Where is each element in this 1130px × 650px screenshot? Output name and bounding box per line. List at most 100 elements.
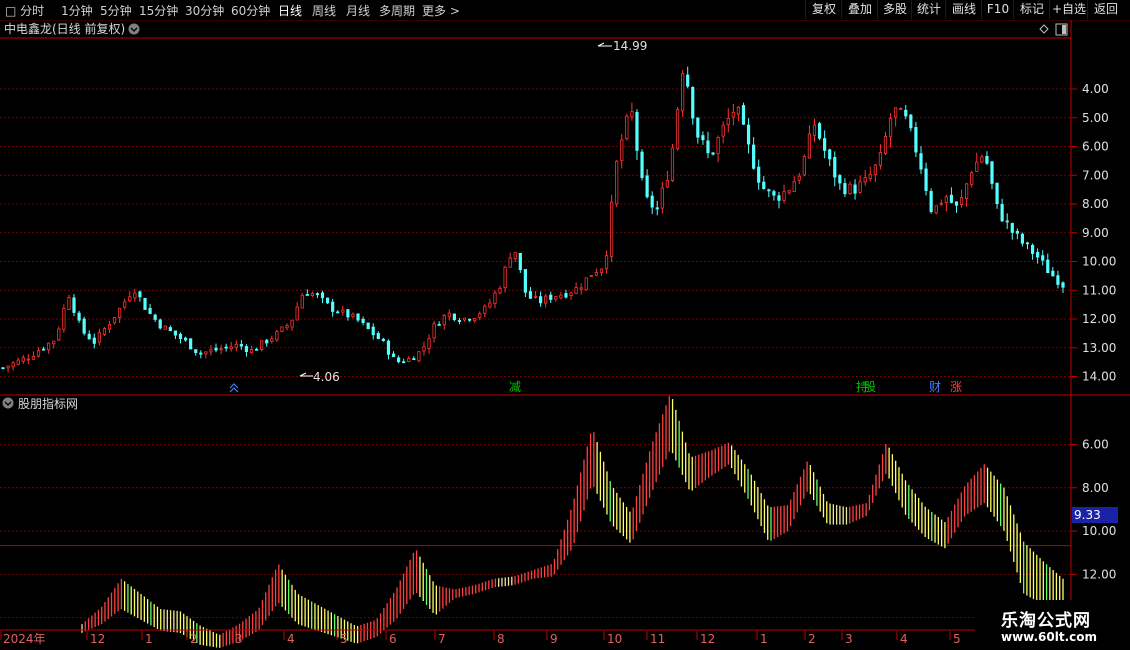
tf-more[interactable]: 更多 > [422,2,460,19]
tf-fenshi[interactable]: □ 分时 [5,2,44,19]
candle-body [270,338,274,342]
candle-body [1061,282,1065,288]
back-button[interactable]: 返回 [1087,0,1124,19]
overlay-button[interactable]: 叠加 [841,0,878,19]
candle-body [194,349,198,354]
candle-body [802,156,806,176]
add-watchlist-button[interactable]: +自选 [1049,0,1088,19]
tf-15min[interactable]: 15分钟 [139,2,178,19]
tf-weekly[interactable]: 周线 [312,2,336,19]
mark-button[interactable]: 标记 [1013,0,1050,19]
candle-body [209,349,213,353]
candle-body [706,140,710,154]
candle-body [757,166,761,183]
title-dropdown-icon[interactable] [128,23,140,35]
tf-daily[interactable]: 日线 [278,2,302,19]
candle-body [1041,255,1045,261]
candle-body [478,313,482,318]
candle-body [427,338,431,349]
draw-line-button[interactable]: 画线 [945,0,982,19]
tf-monthly[interactable]: 月线 [346,2,370,19]
candle-body [447,312,451,318]
year-label: 2024年 [3,632,46,646]
indicator-tick-label: 12.00 [1082,567,1116,581]
candle-body [828,149,832,160]
candle-body [1010,223,1014,233]
tf-5min[interactable]: 5分钟 [100,2,132,19]
statistics-button[interactable]: 统计 [911,0,946,19]
candle-body [726,117,730,125]
candle-body [919,153,923,170]
candle-body [970,172,974,185]
candle-body [396,357,401,363]
candle-body [1005,220,1009,223]
candle-body [716,137,720,155]
candle-body [787,190,791,194]
event-marker-finance[interactable]: 财 [929,380,941,394]
extreme-markers: 14.99 4.06 [299,39,647,384]
price-tick-label: 11.00 [1082,283,1116,297]
candle-body [610,201,614,257]
candle-body [391,353,396,358]
candle-body [386,340,391,355]
candle-body [615,160,619,205]
f10-button[interactable]: F10 [981,0,1014,19]
month-label: 1 [145,632,153,646]
event-marker-reduce[interactable]: 减 [509,380,521,394]
tf-1min[interactable]: 1分钟 [61,2,93,19]
price-tick-label: 12.00 [1082,312,1116,326]
candle-body [1056,275,1060,285]
candle-body [645,175,649,198]
diamond-icon[interactable] [1039,24,1049,34]
candle-body [599,268,604,274]
candlestick-series [1,66,1065,373]
candle-body [1,367,5,370]
price-tick-label: 14.00 [1082,370,1116,384]
chart-area[interactable]: 14.0013.0012.0011.0010.009.008.007.006.0… [0,20,1130,650]
candle-body [310,293,314,296]
indicator-dropdown-icon[interactable] [2,397,14,409]
tf-fenshi-label: 分时 [20,4,45,18]
event-marker-rise[interactable]: 涨 [950,379,962,394]
candle-body [325,297,330,304]
tf-multi[interactable]: 多周期 [379,2,415,19]
candle-body [630,111,634,118]
indicator-tick-label: 8.00 [1082,481,1109,495]
month-label: 1 [760,632,768,646]
candle-body [62,308,66,330]
candle-body [848,183,852,194]
candle-body [163,325,167,330]
multi-stock-button[interactable]: 多股 [877,0,912,19]
candle-body [305,294,309,296]
event-marker-stock[interactable]: 股 [864,380,876,394]
candle-body [92,337,96,344]
indicator-bars [81,396,1064,648]
candle-body [67,297,71,310]
candle-body [361,318,365,323]
month-label: 2 [190,632,198,646]
candle-body [254,348,259,351]
indicator-tick-label: 6.00 [1082,437,1109,451]
candle-body [341,309,345,313]
candle-body [229,346,233,350]
candle-body [493,292,497,304]
candle-body [858,181,862,193]
candle-body [183,337,188,341]
candle-body [239,344,243,347]
candle-body [539,296,543,304]
price-panel: 14.00 13.00 12.00 11.00 10.00 9.00 8.00 7.00 6.0… [0,20,1116,630]
tf-60min[interactable]: 60分钟 [231,2,270,19]
candle-body [1025,242,1030,245]
price-tick-label: 9.00 [1082,226,1109,240]
watermark-name: 乐淘公式网 [1001,611,1091,631]
candle-body [934,205,938,214]
month-label: 2 [808,632,816,646]
tf-30min[interactable]: 30分钟 [185,2,224,19]
candle-body [873,164,877,175]
candle-body [559,294,563,299]
candle-body [11,362,15,367]
restore-rights-button[interactable]: 复权 [805,0,842,19]
month-label: 8 [497,632,505,646]
candle-body [569,292,573,296]
candle-body [549,294,553,300]
